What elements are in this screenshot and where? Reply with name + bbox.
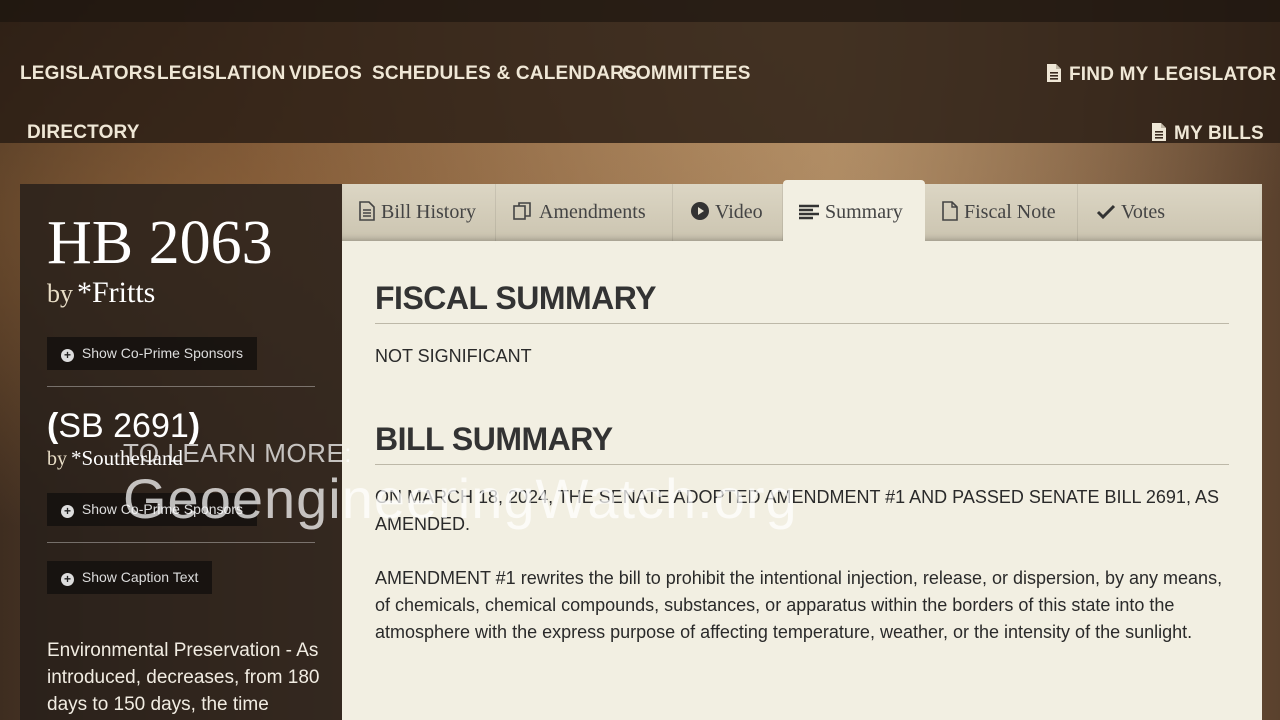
document-icon (359, 201, 375, 221)
bill-caption: Environmental Preservation - As introduc… (47, 640, 320, 715)
by-label: by (47, 448, 67, 470)
tab-summary[interactable]: Summary (783, 180, 925, 241)
plus-circle-icon: + (61, 573, 74, 586)
companion-open-paren: ( (47, 407, 59, 445)
sponsor-link[interactable]: *Fritts (77, 276, 155, 309)
watermark-learn-more: TO LEARN MORE: (123, 438, 353, 468)
nav-schedules-calendars[interactable]: SCHEDULES & CALENDARS (372, 63, 637, 85)
by-label: by (47, 279, 73, 308)
document-icon (1152, 123, 1166, 141)
watermark-site: GeoengineeringWatch.org (123, 467, 798, 530)
bill-summary-text-2: AMENDMENT #1 rewrites the bill to prohib… (375, 568, 1223, 642)
tab-votes-label: Votes (1121, 201, 1166, 223)
nav-my-bills-label: MY BILLS (1174, 123, 1264, 144)
nav-committees[interactable]: COMMITTEES (622, 63, 751, 85)
copy-icon (513, 202, 531, 220)
nav-my-bills[interactable]: MY BILLS (1151, 122, 1264, 145)
tab-summary-label: Summary (825, 201, 903, 223)
plus-circle-icon: + (61, 505, 74, 518)
bill-detail-panel: Bill History Amendments Video Summary Fi… (342, 180, 1262, 720)
show-co-prime-sponsors-button[interactable]: + Show Co-Prime Sponsors (47, 337, 257, 370)
divider (47, 386, 315, 387)
tab-votes[interactable]: Votes (1078, 184, 1178, 241)
nav-legislation[interactable]: LEGISLATION (157, 63, 286, 85)
divider (47, 542, 315, 543)
show-co-prime-sponsors-label: Show Co-Prime Sponsors (81, 345, 243, 361)
check-icon (1096, 204, 1116, 220)
tab-video-label: Video (715, 201, 763, 223)
nav-directory[interactable]: DIRECTORY (27, 122, 140, 144)
bill-tabs: Bill History Amendments Video Summary Fi… (342, 180, 1262, 241)
document-icon (1047, 64, 1061, 82)
lines-icon (799, 204, 819, 220)
bill-number: HB 2063 (47, 209, 273, 277)
plus-circle-icon: + (61, 349, 74, 362)
bill-summary-heading: BILL SUMMARY (375, 421, 1229, 465)
show-caption-text-button[interactable]: + Show Caption Text (47, 561, 213, 594)
nav-find-my-legislator-label: FIND MY LEGISLATOR (1069, 64, 1277, 85)
sponsor-line: by *Fritts (47, 276, 155, 310)
nav-videos[interactable]: VIDEOS (289, 63, 362, 85)
fiscal-summary-text: NOT SIGNIFICANT (375, 346, 532, 366)
tab-amendments[interactable]: Amendments (496, 184, 673, 241)
top-navigation: LEGISLATORS LEGISLATION VIDEOS SCHEDULES… (0, 0, 1280, 145)
tab-fiscal-note-label: Fiscal Note (964, 201, 1056, 223)
tab-bill-history-label: Bill History (381, 201, 477, 223)
play-icon (691, 202, 709, 220)
nav-legislators[interactable]: LEGISLATORS (20, 63, 156, 85)
file-icon (942, 201, 958, 221)
show-caption-text-label: Show Caption Text (81, 569, 199, 585)
tab-bill-history[interactable]: Bill History (342, 184, 496, 241)
tab-video[interactable]: Video (673, 184, 783, 241)
nav-find-my-legislator[interactable]: FIND MY LEGISLATOR (1046, 63, 1276, 86)
tab-amendments-label: Amendments (539, 201, 646, 223)
fiscal-summary-heading: FISCAL SUMMARY (375, 280, 1229, 324)
tab-fiscal-note[interactable]: Fiscal Note (925, 184, 1078, 241)
